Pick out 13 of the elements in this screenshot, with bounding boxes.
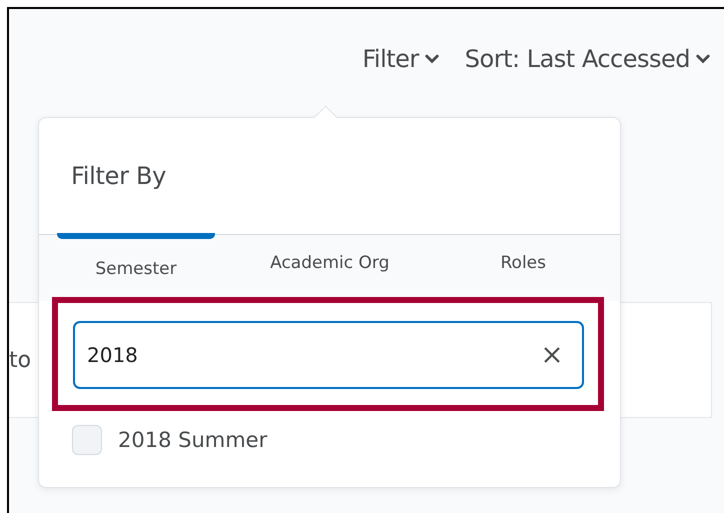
sort-dropdown[interactable]: Sort: Last Accessed (464, 43, 710, 75)
close-icon[interactable] (542, 345, 562, 365)
filter-tab[interactable]: Roles (426, 235, 620, 273)
filter-tab[interactable]: Semester (39, 235, 233, 279)
checkbox[interactable] (72, 425, 102, 455)
popup-title: Filter By (70, 161, 168, 192)
card-text: to (9, 348, 32, 372)
filter-dropdown[interactable]: Filter (362, 43, 439, 75)
chevron-down-icon (424, 54, 439, 64)
option-label[interactable]: 2018 Summer (118, 428, 268, 452)
filter-tab[interactable]: Academic Org (233, 235, 426, 273)
chevron-down-icon (696, 54, 710, 64)
search-field[interactable]: 2018 (73, 321, 584, 389)
